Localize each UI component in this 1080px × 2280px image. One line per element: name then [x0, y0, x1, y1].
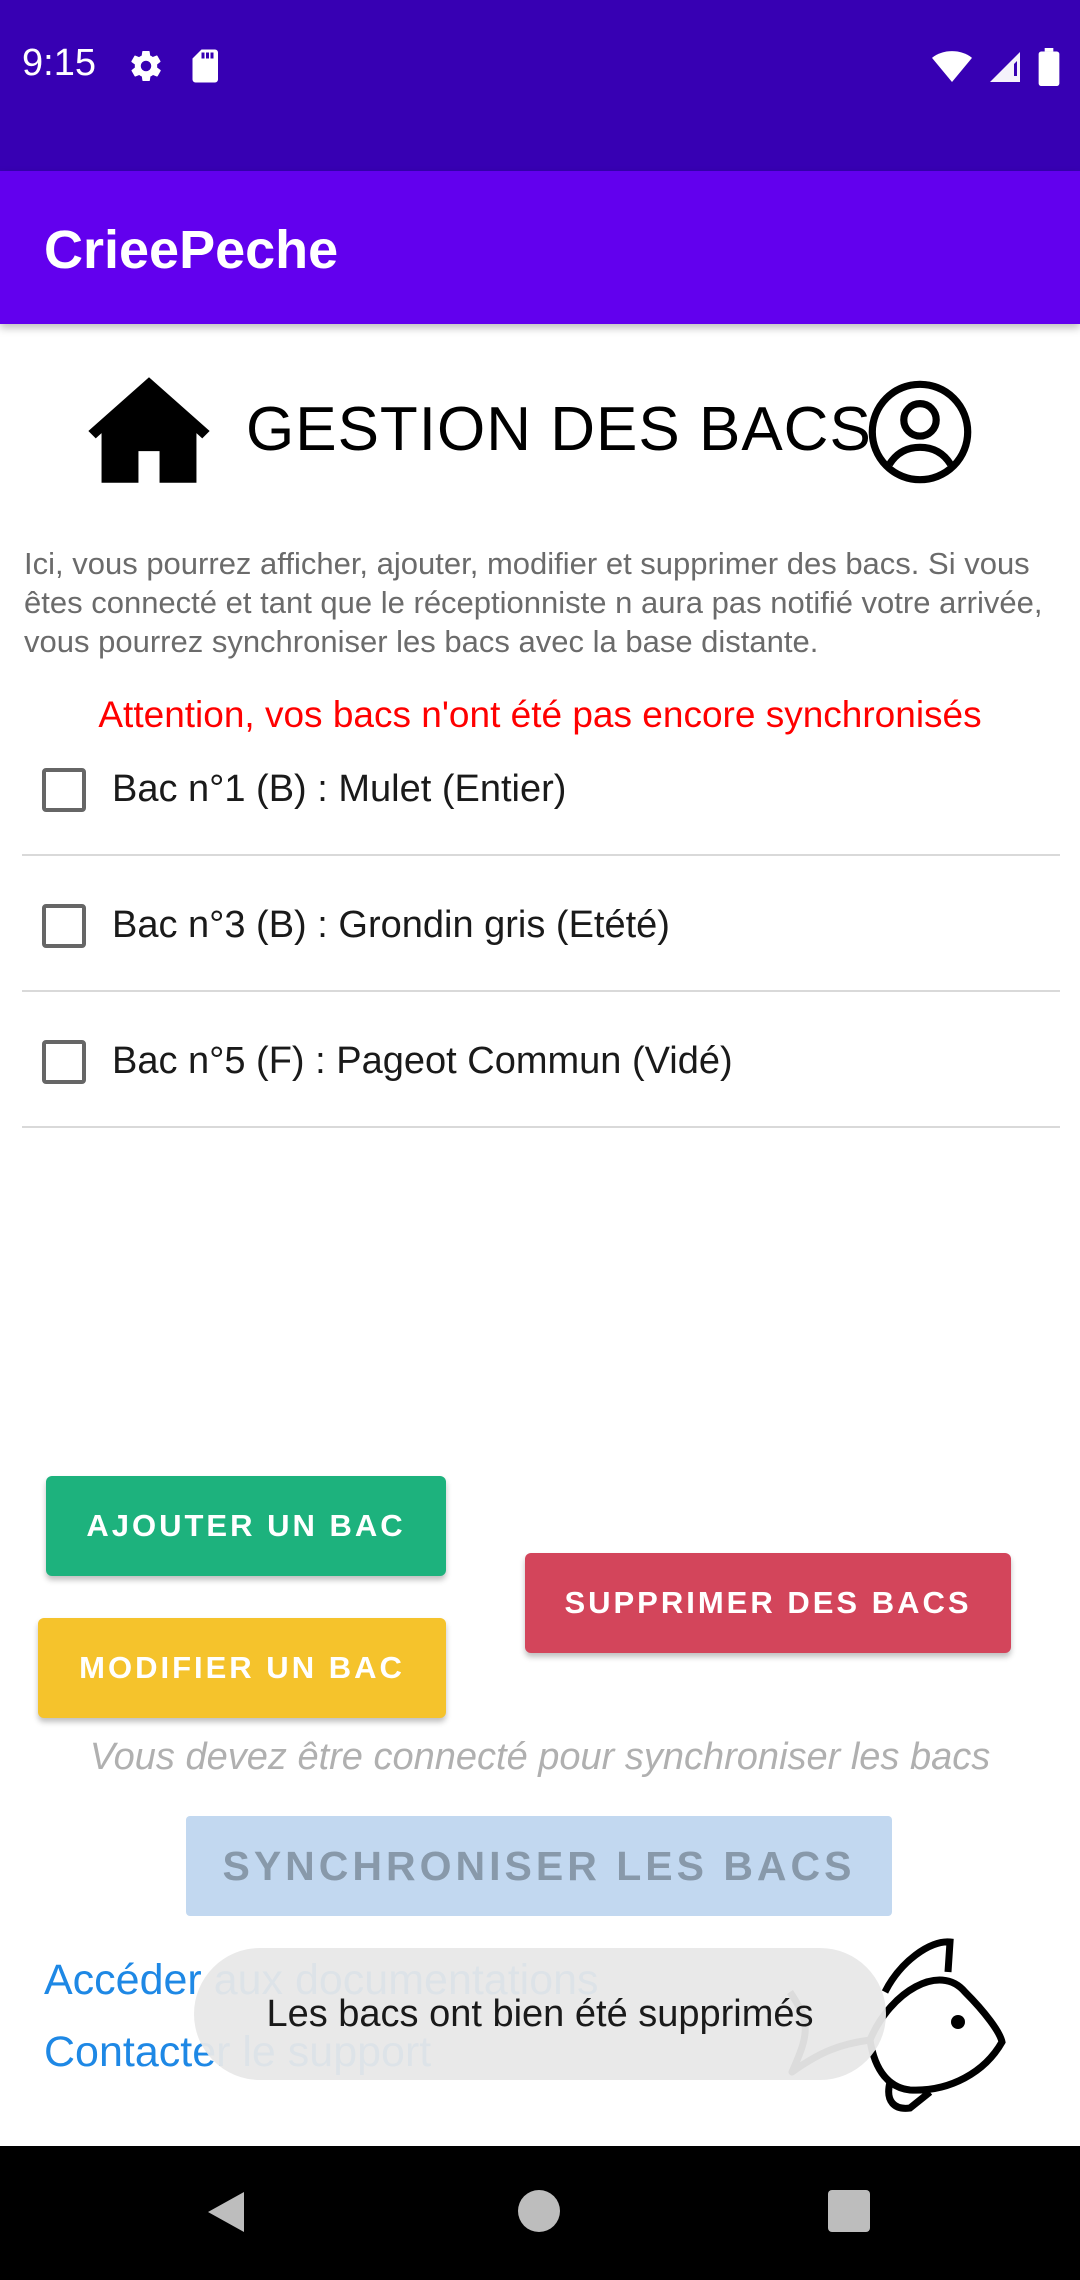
edit-bac-button[interactable]: MODIFIER UN BAC: [38, 1618, 446, 1718]
account-icon[interactable]: [866, 378, 974, 486]
system-nav-bar: [0, 2146, 1080, 2280]
recents-button[interactable]: [828, 2190, 870, 2232]
bac-label: Bac n°3 (B) : Grondin gris (Etété): [112, 904, 670, 946]
intro-text: Ici, vous pourrez afficher, ajouter, mod…: [24, 546, 1043, 659]
bac-item[interactable]: Bac n°3 (B) : Grondin gris (Etété): [22, 856, 1060, 992]
bac-label: Bac n°5 (F) : Pageot Commun (Vidé): [112, 1040, 733, 1082]
status-bar: 9:15: [0, 0, 1080, 171]
sync-bacs-button[interactable]: SYNCHRONISER LES BACS: [186, 1816, 892, 1916]
app-bar: CrieePeche: [0, 171, 1080, 324]
sync-note: Vous devez être connecté pour synchronis…: [89, 1736, 991, 1778]
delete-bacs-button[interactable]: SUPPRIMER DES BACS: [525, 1553, 1011, 1653]
bac-checkbox[interactable]: [42, 768, 86, 812]
status-left-icons: [128, 48, 222, 84]
app-title: CrieePeche: [44, 220, 339, 280]
back-icon[interactable]: [204, 2188, 248, 2236]
bac-label: Bac n°1 (B) : Mulet (Entier): [112, 768, 567, 810]
toast-message: Les bacs ont bien été supprimés: [194, 1948, 886, 2080]
wifi-icon: [932, 51, 972, 82]
bac-checkbox[interactable]: [42, 1040, 86, 1084]
cellular-signal-icon: [990, 52, 1020, 82]
home-icon[interactable]: [84, 372, 214, 488]
status-time: 9:15: [22, 42, 96, 84]
bac-list: Bac n°1 (B) : Mulet (Entier) Bac n°3 (B)…: [22, 720, 1060, 1128]
page-header: GESTION DES BACS: [0, 372, 1080, 492]
home-button[interactable]: [518, 2190, 560, 2232]
bac-checkbox[interactable]: [42, 904, 86, 948]
gear-icon: [131, 50, 161, 82]
bac-item[interactable]: Bac n°1 (B) : Mulet (Entier): [22, 720, 1060, 856]
add-bac-button[interactable]: AJOUTER UN BAC: [46, 1476, 446, 1576]
sd-card-icon: [192, 49, 218, 83]
page-title: GESTION DES BACS: [246, 395, 872, 464]
battery-icon: [1038, 48, 1060, 86]
status-right-icons: [932, 48, 1060, 86]
bac-item[interactable]: Bac n°5 (F) : Pageot Commun (Vidé): [22, 992, 1060, 1128]
